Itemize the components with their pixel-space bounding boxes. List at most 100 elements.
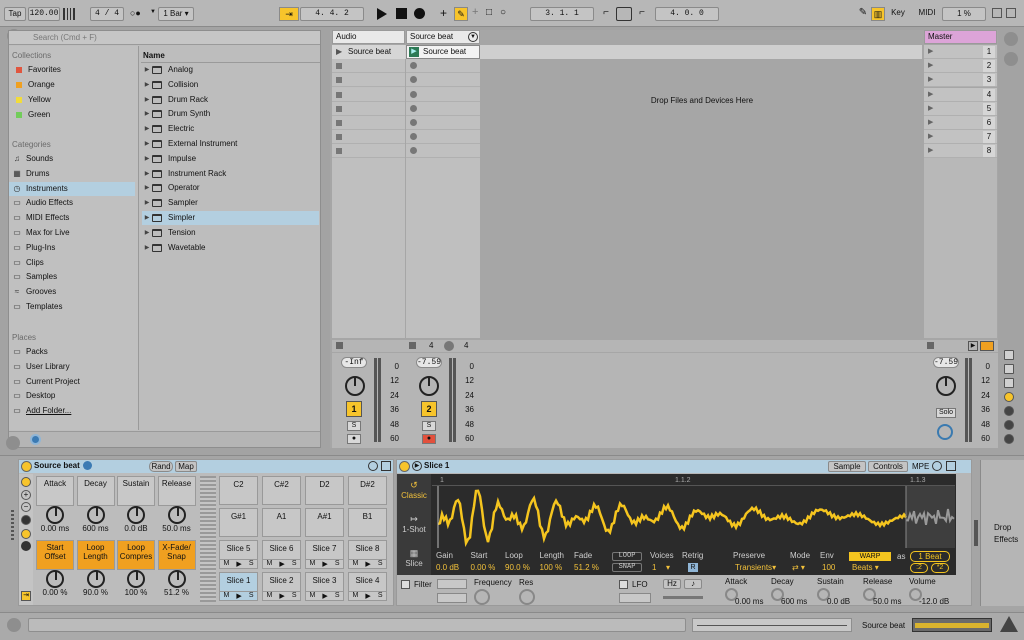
category-instruments[interactable]: ◷ Instruments	[9, 181, 135, 196]
pad-solo-button[interactable]: S	[249, 592, 254, 600]
crossfader-icon[interactable]	[1004, 406, 1014, 416]
audio-volume-field[interactable]: -Inf	[341, 357, 367, 368]
clip-slot-audio[interactable]	[332, 87, 405, 102]
device-activator-icon[interactable]	[21, 461, 32, 472]
map-button[interactable]: Map	[175, 461, 197, 472]
expand-arrow-icon[interactable]: ▶	[142, 78, 152, 92]
expand-arrow-icon[interactable]: ▶	[142, 63, 152, 77]
loop-length-field[interactable]: 4. 0. 0	[655, 7, 719, 21]
macro-attack[interactable]: Attack	[36, 476, 74, 506]
rack-save-icon[interactable]	[381, 461, 391, 471]
expand-arrow-icon[interactable]: ▶	[142, 107, 152, 121]
session-record-icon[interactable]: ○	[500, 7, 506, 18]
scene-launch-icon[interactable]: ▶	[928, 118, 933, 126]
simpler-preview-icon[interactable]: ▶	[412, 461, 422, 471]
master-record-icon[interactable]	[980, 341, 994, 351]
loop-start-field[interactable]: 3. 1. 1	[530, 7, 594, 21]
tap-button[interactable]: Tap	[4, 7, 26, 21]
macro-knob[interactable]	[127, 570, 145, 588]
clip-slot-audio[interactable]	[332, 59, 405, 74]
retrig-toggle[interactable]: R	[688, 563, 698, 572]
record-button[interactable]	[414, 8, 425, 19]
dropdown-arrow-icon[interactable]: ▼	[150, 9, 156, 15]
pad-mute-button[interactable]: M	[310, 592, 316, 600]
browser-item-drum-rack[interactable]: ▶ Drum Rack	[142, 93, 319, 107]
source-solo-button[interactable]: S	[422, 421, 436, 431]
macro-view-icon[interactable]	[21, 477, 31, 487]
macro-knob[interactable]	[46, 506, 64, 524]
pad-play-button[interactable]: ▶	[322, 560, 327, 568]
audio-arm-button[interactable]: ●	[347, 434, 361, 444]
expand-arrow-icon[interactable]: ▶	[142, 137, 152, 151]
scene-launch-icon[interactable]: ▶	[928, 132, 933, 140]
remove-macro-icon[interactable]: −	[21, 502, 31, 512]
master-pan-knob[interactable]	[936, 376, 956, 396]
pad-play-button[interactable]: ▶	[236, 592, 241, 600]
audio-activator-button[interactable]: 1	[346, 401, 362, 417]
collection-orange[interactable]: Orange	[12, 78, 138, 92]
macro-start-offset[interactable]: Start Offset	[36, 540, 74, 570]
drum-pad-a-1[interactable]: A#1	[305, 508, 344, 537]
stop-button[interactable]	[396, 8, 407, 19]
pad-play-button[interactable]: ▶	[279, 560, 284, 568]
drum-pad-slice-8[interactable]: Slice 8 M ▶ S	[348, 540, 387, 569]
beats-field[interactable]: 1 Beat	[910, 551, 950, 562]
browser-item-electric[interactable]: ▶ Electric	[142, 122, 319, 136]
io-icon[interactable]	[1004, 350, 1014, 360]
voices-value[interactable]: 1	[652, 563, 656, 572]
browser-item-tension[interactable]: ▶ Tension	[142, 226, 319, 240]
search-input[interactable]: Search (Cmd + F)	[9, 31, 320, 45]
pad-solo-button[interactable]: S	[335, 560, 340, 568]
mode-one-shot[interactable]: ↦ 1-Shot	[398, 510, 430, 540]
expand-arrow-icon[interactable]: ▶	[142, 211, 152, 225]
macro-knob[interactable]	[167, 506, 186, 524]
scene-1[interactable]: ▶ 1	[924, 45, 997, 59]
place-add-folder-[interactable]: ▭ Add Folder...	[9, 404, 135, 418]
scene-launch-icon[interactable]: ▶	[928, 47, 933, 55]
status-mini-overview[interactable]	[692, 618, 852, 632]
drum-pad-c2[interactable]: C2	[219, 476, 258, 505]
macro-sustain[interactable]: Sustain	[117, 476, 155, 506]
browser-item-external-instrument[interactable]: ▶ External Instrument	[142, 137, 319, 151]
collection-green[interactable]: Green	[12, 108, 138, 122]
category-plug-ins[interactable]: ▭ Plug-Ins	[9, 241, 135, 255]
drum-pad-d-2[interactable]: D#2	[348, 476, 387, 505]
monitor-icon[interactable]	[444, 341, 454, 351]
drum-pad-slice-4[interactable]: Slice 4 M ▶ S	[348, 572, 387, 601]
pad-solo-button[interactable]: S	[378, 560, 383, 568]
track-options-icon[interactable]	[1004, 434, 1014, 444]
pad-mute-button[interactable]: M	[267, 560, 273, 568]
scene-launch-icon[interactable]: ▶	[928, 90, 933, 98]
drum-pad-c-2[interactable]: C#2	[262, 476, 301, 505]
clip-slot-source[interactable]	[406, 130, 480, 145]
beats-mode[interactable]: Beats ▾	[852, 563, 879, 572]
pad-mute-button[interactable]: M	[310, 560, 316, 568]
pad-solo-button[interactable]: S	[292, 560, 297, 568]
status-toggle-icon[interactable]	[7, 618, 21, 632]
overdub-icon[interactable]: +	[440, 6, 447, 20]
env-value[interactable]: 100	[822, 563, 835, 572]
add-macro-icon[interactable]: +	[21, 490, 31, 500]
scene-2[interactable]: ▶ 2	[924, 59, 997, 74]
device-scroll-handle[interactable]	[974, 520, 978, 546]
left-drag-handle[interactable]	[11, 510, 14, 540]
browser-item-sampler[interactable]: ▶ Sampler	[142, 196, 319, 210]
div2-button[interactable]: :2	[910, 563, 928, 573]
drum-pad-slice-3[interactable]: Slice 3 M ▶ S	[305, 572, 344, 601]
drum-pad-slice-7[interactable]: Slice 7 M ▶ S	[305, 540, 344, 569]
stop-all-icon[interactable]	[927, 342, 934, 349]
track-menu-icon[interactable]: ▼	[468, 32, 478, 42]
simpler-save-icon[interactable]	[946, 461, 956, 471]
category-grooves[interactable]: ≈ Grooves	[9, 285, 135, 299]
macro-release[interactable]: Release	[157, 476, 196, 506]
status-clip-thumb[interactable]	[912, 618, 992, 632]
clip-slot-source[interactable]	[406, 73, 480, 88]
category-audio-effects[interactable]: ▭ Audio Effects	[9, 196, 135, 210]
automation-arm-icon[interactable]: ✎	[454, 7, 468, 21]
expand-arrow-icon[interactable]: ▶	[142, 181, 152, 195]
tempo-field[interactable]: 120.00	[28, 7, 60, 21]
drum-pad-g-1[interactable]: G#1	[219, 508, 258, 537]
pad-play-button[interactable]: ▶	[279, 592, 284, 600]
clip-slot-source[interactable]	[406, 116, 480, 130]
stop-button-audio[interactable]	[336, 342, 343, 349]
